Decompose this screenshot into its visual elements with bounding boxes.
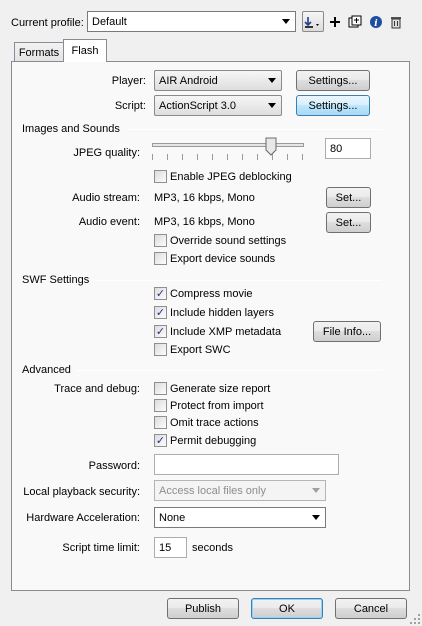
section-divider — [77, 370, 382, 371]
include-hidden-layers-checkbox[interactable]: ✓ — [154, 306, 167, 319]
local-playback-label: Local playback security: — [23, 486, 140, 498]
chevron-down-icon — [312, 515, 320, 520]
include-hidden-layers-label: Include hidden layers — [170, 307, 274, 319]
omit-trace-label: Omit trace actions — [170, 417, 259, 429]
jpeg-quality-value: 80 — [330, 142, 343, 155]
profile-select[interactable]: Default — [87, 11, 296, 32]
script-label: Script: — [114, 100, 146, 112]
profile-info-button[interactable]: i — [367, 11, 385, 32]
images-sounds-heading: Images and Sounds — [22, 123, 120, 135]
info-icon: i — [370, 15, 382, 29]
hardware-acceleration-select[interactable]: None — [154, 507, 326, 528]
compress-movie-label: Compress movie — [170, 288, 253, 300]
duplicate-profile-button[interactable] — [346, 11, 364, 32]
script-select-value: ActionScript 3.0 — [159, 99, 237, 112]
password-field[interactable] — [154, 454, 339, 475]
file-info-button[interactable]: File Info... — [313, 321, 381, 342]
hardware-acceleration-label: Hardware Acceleration: — [26, 512, 140, 524]
advanced-heading: Advanced — [22, 364, 71, 376]
add-profile-button[interactable] — [326, 11, 344, 32]
audio-event-label: Audio event: — [78, 216, 140, 228]
player-settings-button[interactable]: Settings... — [296, 70, 370, 91]
ok-button[interactable]: OK — [251, 598, 323, 619]
section-divider — [128, 129, 382, 130]
omit-trace-checkbox[interactable] — [154, 416, 167, 429]
jpeg-quality-input[interactable]: 80 — [325, 138, 371, 159]
audio-stream-value: MP3, 16 kbps, Mono — [154, 192, 255, 204]
override-sound-label: Override sound settings — [170, 235, 287, 247]
cancel-button[interactable]: Cancel — [335, 598, 407, 619]
swf-settings-heading: SWF Settings — [22, 274, 90, 286]
trash-icon — [391, 16, 401, 28]
script-time-limit-value: 15 — [159, 541, 172, 554]
script-time-limit-input[interactable]: 15 — [154, 537, 187, 558]
generate-size-report-checkbox[interactable] — [154, 382, 167, 395]
chevron-down-icon — [282, 19, 290, 24]
import-export-icon — [304, 16, 319, 28]
audio-event-value: MP3, 16 kbps, Mono — [154, 216, 255, 228]
script-time-limit-label: Script time limit: — [62, 542, 140, 554]
password-label: Password: — [88, 460, 140, 472]
generate-size-report-label: Generate size report — [170, 383, 271, 395]
jpeg-deblocking-label: Enable JPEG deblocking — [170, 171, 292, 183]
profile-select-value: Default — [92, 15, 127, 28]
tab-flash[interactable]: Flash — [63, 39, 107, 62]
player-select[interactable]: AIR Android — [154, 70, 282, 91]
import-export-button[interactable] — [302, 11, 324, 32]
include-xmp-label: Include XMP metadata — [170, 326, 282, 338]
trace-debug-label: Trace and debug: — [54, 383, 140, 395]
hardware-acceleration-value: None — [159, 511, 186, 524]
slider-track — [152, 143, 304, 147]
chevron-down-icon — [268, 103, 276, 108]
export-swc-checkbox[interactable] — [154, 343, 167, 356]
local-playback-select[interactable]: Access local files only — [154, 480, 326, 501]
publish-button[interactable]: Publish — [167, 598, 239, 619]
export-swc-label: Export SWC — [170, 344, 231, 356]
svg-text:i: i — [374, 19, 378, 29]
export-device-sounds-label: Export device sounds — [170, 253, 276, 265]
local-playback-value: Access local files only — [159, 484, 266, 497]
script-select[interactable]: ActionScript 3.0 — [154, 95, 282, 116]
protect-from-import-checkbox[interactable] — [154, 399, 167, 412]
override-sound-checkbox[interactable] — [154, 234, 167, 247]
audio-stream-set-button[interactable]: Set... — [326, 187, 371, 208]
protect-from-import-label: Protect from import — [170, 400, 264, 412]
current-profile-label: Current profile: — [11, 17, 84, 29]
player-select-value: AIR Android — [159, 74, 218, 87]
section-divider — [95, 280, 382, 281]
tab-formats-label: Formats — [18, 46, 60, 59]
player-label: Player: — [111, 75, 146, 87]
export-device-sounds-checkbox[interactable] — [154, 252, 167, 265]
include-xmp-checkbox[interactable]: ✓ — [154, 325, 167, 338]
audio-event-set-button[interactable]: Set... — [326, 212, 371, 233]
script-time-limit-unit: seconds — [192, 542, 233, 554]
slider-ticks — [152, 154, 304, 160]
tab-formats[interactable]: Formats — [14, 42, 64, 62]
tab-flash-label: Flash — [71, 45, 99, 57]
audio-stream-label: Audio stream: — [72, 192, 140, 204]
delete-profile-button[interactable] — [387, 11, 405, 32]
permit-debugging-checkbox[interactable]: ✓ — [154, 434, 167, 447]
duplicate-icon — [348, 15, 362, 27]
jpeg-deblocking-checkbox[interactable] — [154, 170, 167, 183]
script-settings-button[interactable]: Settings... — [296, 95, 370, 116]
compress-movie-checkbox[interactable]: ✓ — [154, 287, 167, 300]
jpeg-quality-slider[interactable] — [152, 137, 304, 166]
chevron-down-icon — [312, 488, 320, 493]
resize-grip-icon[interactable] — [409, 613, 421, 625]
plus-icon — [330, 16, 340, 27]
chevron-down-icon — [268, 78, 276, 83]
jpeg-quality-label: JPEG quality: — [73, 147, 140, 159]
permit-debugging-label: Permit debugging — [170, 435, 257, 447]
